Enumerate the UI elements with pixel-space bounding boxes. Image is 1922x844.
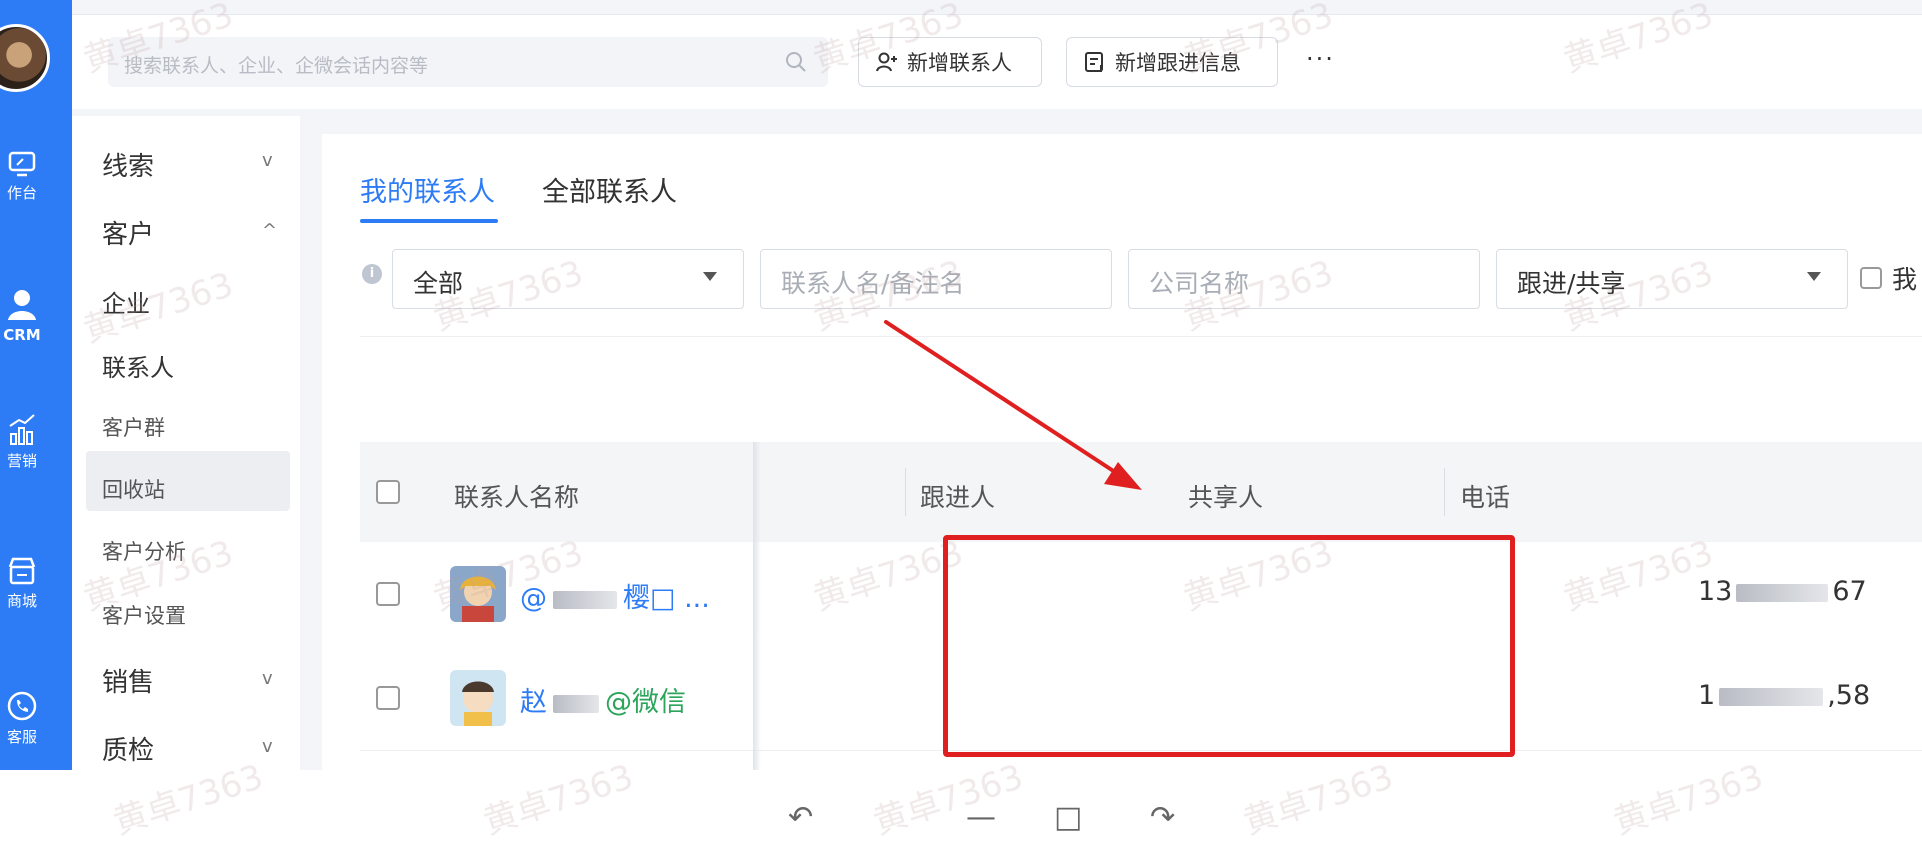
contact-name-link[interactable]: 赵 @微信 <box>520 680 686 719</box>
info-icon[interactable]: i <box>362 264 382 284</box>
chevron-down-icon[interactable]: v <box>262 668 273 689</box>
subnav-item-customer-groups[interactable]: 客户群 <box>102 412 165 442</box>
follow-share-select[interactable]: 跟进/共享 <box>1496 249 1848 309</box>
annotation-highlight-box <box>943 535 1515 757</box>
new-followup-label: 新增跟进信息 <box>1115 51 1241 75</box>
tab-my-contacts[interactable]: 我的联系人 <box>360 170 495 209</box>
subnav-group-sales[interactable]: 销售 <box>102 662 154 699</box>
rail-label-marketing: 营销 <box>6 452 37 470</box>
rectangle-icon[interactable]: □ <box>1054 800 1082 835</box>
rail-label-shop: 商城 <box>6 592 37 610</box>
undo-icon[interactable]: ↶ <box>788 800 813 835</box>
new-contact-button[interactable]: 新增联系人 <box>858 37 1042 87</box>
new-followup-button[interactable]: 新增跟进信息 <box>1066 37 1278 87</box>
subnav-group-quality[interactable]: 质检 <box>102 730 154 767</box>
phone-prefix: 1 <box>1698 680 1716 711</box>
subnav-item-company[interactable]: 企业 <box>102 284 150 319</box>
subnav-item-contacts[interactable]: 联系人 <box>102 348 174 383</box>
top-bar: 搜索联系人、企业、企微会话内容等 新增联系人 新增跟进信息 ··· <box>72 14 1922 109</box>
redacted-block <box>1719 687 1824 706</box>
rail-label-service: 客服 <box>6 728 37 746</box>
rail-item-workbench[interactable]: 作台 <box>0 150 44 203</box>
scope-select-value: 全部 <box>413 269 464 298</box>
line-icon[interactable]: — <box>966 800 996 835</box>
global-search-input[interactable]: 搜索联系人、企业、企微会话内容等 <box>108 37 828 87</box>
chevron-up-icon[interactable]: ^ <box>262 220 277 241</box>
active-tab-indicator <box>360 219 498 223</box>
rail-item-shop[interactable]: 商城 <box>0 556 44 611</box>
redo-icon[interactable]: ↷ <box>1150 800 1175 835</box>
rail-item-service[interactable]: 客服 <box>0 690 44 747</box>
contact-name-tail: 樱□ ... <box>623 583 710 614</box>
column-header-shared[interactable]: 共享人 <box>1188 478 1263 514</box>
company-name-input[interactable]: 公司名称 <box>1128 249 1480 309</box>
subnav-item-customer-settings[interactable]: 客户设置 <box>102 600 186 630</box>
contact-name-placeholder: 联系人名/备注名 <box>781 269 965 298</box>
select-all-checkbox[interactable] <box>376 480 400 504</box>
wechat-source-tag: @微信 <box>605 687 686 718</box>
subnav-item-recycle-bin[interactable]: 回收站 <box>102 474 165 504</box>
contact-name-prefix: 赵 <box>520 687 547 718</box>
caret-down-icon <box>703 272 717 281</box>
column-header-phone[interactable]: 电话 <box>1460 478 1510 514</box>
phone-icon <box>7 691 37 721</box>
crm-subnav: 线索 v 客户 ^ 企业 联系人 客户群 回收站 客户分析 客户设置 销售 v … <box>72 116 300 770</box>
row-checkbox[interactable] <box>376 582 400 606</box>
subnav-group-leads[interactable]: 线索 <box>102 146 154 183</box>
user-icon <box>8 290 36 320</box>
contact-avatar <box>450 670 506 726</box>
chevron-down-icon[interactable]: v <box>262 150 273 171</box>
frozen-column-shadow <box>753 442 761 770</box>
redacted-block <box>553 590 617 609</box>
search-placeholder: 搜索联系人、企业、企微会话内容等 <box>124 55 429 77</box>
contact-name-link[interactable]: @ 樱□ ... <box>520 576 710 615</box>
rail-item-marketing[interactable]: 营销 <box>0 412 44 471</box>
chevron-down-icon[interactable]: v <box>262 736 273 757</box>
filter-divider <box>360 336 1922 337</box>
column-header-name[interactable]: 联系人名称 <box>454 478 579 514</box>
left-rail: 作台 CRM 营销 商城 客服 <box>0 0 72 770</box>
row-checkbox[interactable] <box>376 686 400 710</box>
column-separator <box>1444 468 1445 516</box>
column-header-follower[interactable]: 跟进人 <box>920 478 995 514</box>
tab-all-contacts[interactable]: 全部联系人 <box>542 170 677 209</box>
subnav-item-customer-analysis[interactable]: 客户分析 <box>102 536 186 566</box>
contact-name-prefix: @ <box>520 583 547 614</box>
company-name-placeholder: 公司名称 <box>1149 269 1250 298</box>
column-separator <box>905 468 906 516</box>
contact-avatar <box>450 566 506 622</box>
user-avatar[interactable] <box>0 24 50 92</box>
follow-share-value: 跟进/共享 <box>1517 269 1626 298</box>
bottom-toolbar: 黄卓7363 黄卓7363 黄卓7363 黄卓7363 黄卓7363 <box>0 757 1922 843</box>
table-header: 联系人名称 跟进人 共享人 电话 <box>360 442 1922 542</box>
mine-checkbox[interactable] <box>1860 267 1882 289</box>
shop-icon <box>8 557 36 585</box>
rail-label-crm: CRM <box>3 326 41 344</box>
mine-checkbox-label: 我 <box>1892 265 1918 294</box>
subnav-group-customer[interactable]: 客户 <box>102 214 154 251</box>
contact-phone: 1,58 <box>1698 680 1870 711</box>
monitor-icon <box>8 151 36 177</box>
chart-icon <box>9 414 35 445</box>
phone-prefix: 13 <box>1698 576 1733 607</box>
search-icon[interactable] <box>784 50 808 74</box>
redacted-block <box>553 694 599 713</box>
phone-suffix: ,58 <box>1827 680 1871 711</box>
rail-item-crm[interactable]: CRM <box>0 288 44 344</box>
redacted-block <box>1736 583 1829 602</box>
contact-phone: 13 67 <box>1698 576 1867 607</box>
add-user-icon <box>876 52 897 72</box>
caret-down-icon <box>1807 272 1821 281</box>
more-menu-button[interactable]: ··· <box>1306 45 1335 73</box>
scope-select[interactable]: 全部 <box>392 249 744 309</box>
phone-suffix: 67 <box>1832 576 1867 607</box>
contact-name-input[interactable]: 联系人名/备注名 <box>760 249 1112 309</box>
new-contact-label: 新增联系人 <box>907 51 1012 75</box>
rail-label-workbench: 作台 <box>6 184 37 202</box>
note-add-icon <box>1085 52 1103 72</box>
